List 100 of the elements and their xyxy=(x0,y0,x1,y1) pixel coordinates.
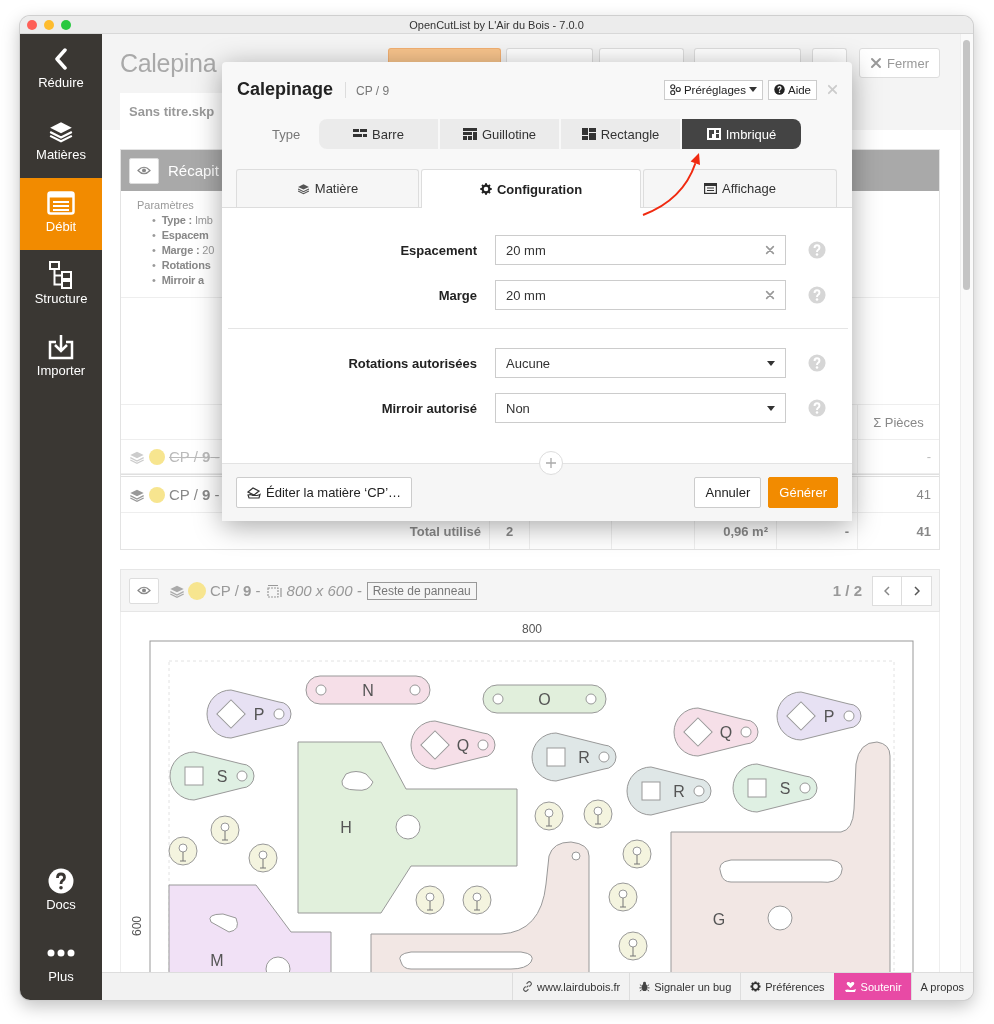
nodes-icon xyxy=(669,84,681,95)
width-label: 800 xyxy=(522,622,542,636)
close-icon xyxy=(870,57,883,69)
round-part xyxy=(168,836,198,866)
field-label: Espacement xyxy=(400,242,477,258)
layers-icon xyxy=(296,182,310,195)
type-label: Type xyxy=(272,126,301,142)
round-part xyxy=(608,882,638,912)
type-option[interactable]: Rectangle xyxy=(561,119,680,149)
toolbar-button[interactable] xyxy=(506,48,594,62)
table-cell: Total utilisé xyxy=(409,523,481,539)
bullet: • xyxy=(152,213,156,228)
type-option[interactable]: Barre xyxy=(319,119,438,149)
download-icon xyxy=(48,334,74,360)
guillotine-icon xyxy=(462,128,477,140)
close-icon xyxy=(827,84,838,95)
nested-part: R xyxy=(626,766,712,816)
parameter-item: Mirroir a xyxy=(161,273,204,288)
nested-part: Q xyxy=(410,720,496,770)
toolbar-button[interactable] xyxy=(694,48,802,62)
sidebar-item[interactable]: Réduire xyxy=(20,34,102,106)
plus-icon xyxy=(546,458,556,468)
parameters-label: Paramètres xyxy=(137,199,195,211)
gear-icon xyxy=(750,981,762,992)
select-field[interactable]: Aucune xyxy=(495,348,786,378)
chevron-left-icon xyxy=(54,48,68,70)
help-icon xyxy=(808,286,826,304)
bullet: • xyxy=(152,258,156,273)
tab[interactable]: Affichage xyxy=(643,169,837,207)
next-button[interactable] xyxy=(902,575,932,606)
panel-title: Récapit xyxy=(168,162,219,179)
input-field[interactable]: 20 mm xyxy=(495,235,786,265)
sidebar-item[interactable]: Docs xyxy=(20,856,102,928)
more-icon xyxy=(47,949,75,957)
round-part xyxy=(415,885,445,915)
round-part xyxy=(210,815,240,845)
help-icon xyxy=(808,354,826,372)
parameter-item: Marge : 20 xyxy=(161,243,215,258)
footer-link[interactable]: www.lairdubois.fr xyxy=(512,973,630,1000)
nested-part: Q xyxy=(673,707,759,757)
nested-part: N xyxy=(305,675,431,705)
table-cell: - xyxy=(844,523,849,539)
chevron-left-icon xyxy=(884,585,890,596)
nested-part: P xyxy=(206,689,292,739)
toolbar-button[interactable] xyxy=(812,48,848,62)
table-cell: 0,96 m² xyxy=(723,523,768,539)
sheet-tag: Reste de panneau xyxy=(366,581,477,600)
scrollbar[interactable] xyxy=(963,40,970,290)
sidebar-item[interactable]: Structure xyxy=(20,250,102,322)
round-part xyxy=(622,839,652,869)
sidebar-item[interactable]: Matières xyxy=(20,106,102,178)
page-title: Calepina xyxy=(120,48,217,77)
toolbar-button[interactable] xyxy=(388,48,502,62)
minimize-window-button[interactable] xyxy=(44,19,54,30)
zoom-window-button[interactable] xyxy=(61,19,71,30)
previous-button[interactable] xyxy=(872,575,902,606)
select-field[interactable]: Non xyxy=(495,393,786,423)
close-window-button[interactable] xyxy=(27,19,37,30)
footer-link[interactable]: Soutenir xyxy=(833,973,911,1000)
input-field[interactable]: 20 mm xyxy=(495,280,786,310)
footer-link[interactable]: Signaler un bug xyxy=(629,973,741,1000)
tab[interactable]: Configuration xyxy=(421,169,641,208)
field-label: Marge xyxy=(438,287,477,303)
nested-part: R xyxy=(531,732,617,782)
toolbar-button[interactable] xyxy=(599,48,685,62)
material-name: CP / 9 - xyxy=(169,486,220,503)
height-label: 600 xyxy=(130,916,144,936)
annotation-arrow xyxy=(642,153,700,216)
footer-link[interactable]: Préférences xyxy=(740,973,834,1000)
add-button[interactable] xyxy=(539,451,563,475)
help-icon xyxy=(808,399,826,417)
help-button[interactable]: Aide xyxy=(767,79,817,100)
sheet-size: 800 x 600 - xyxy=(286,582,362,599)
bug-icon xyxy=(639,981,651,992)
help-icon xyxy=(773,84,785,95)
dialog-title: Calepinage xyxy=(237,79,334,100)
nested-part: S xyxy=(169,751,255,801)
visibility-button[interactable] xyxy=(129,577,159,604)
chevron-right-icon xyxy=(913,585,920,596)
sidebar-item[interactable]: Importer xyxy=(20,322,102,394)
visibility-button[interactable] xyxy=(129,157,159,184)
parameter-item: Rotations xyxy=(161,258,211,273)
edit-material-button[interactable]: Éditer la matière ‘CP’… xyxy=(236,477,413,508)
tab[interactable]: Matière xyxy=(236,169,419,207)
caret-icon xyxy=(767,360,775,366)
material-name: CP / 9 - xyxy=(210,582,261,599)
clear-icon xyxy=(765,290,775,300)
nested-part: S xyxy=(732,763,818,813)
round-part xyxy=(583,799,613,829)
bars-icon xyxy=(353,128,368,140)
list-icon xyxy=(704,183,717,194)
cancel-button[interactable]: Annuler xyxy=(694,477,762,508)
sidebar-item[interactable]: Plus xyxy=(20,928,102,1000)
help-icon xyxy=(48,868,74,894)
footer-link[interactable]: A propos xyxy=(910,973,973,1000)
page-counter: 1 / 2 xyxy=(832,582,862,599)
presets-button[interactable]: Préréglages xyxy=(663,79,763,100)
type-option[interactable]: Imbriqué xyxy=(682,119,801,149)
nested-part: O xyxy=(482,684,607,714)
type-option[interactable]: Guillotine xyxy=(440,119,559,149)
